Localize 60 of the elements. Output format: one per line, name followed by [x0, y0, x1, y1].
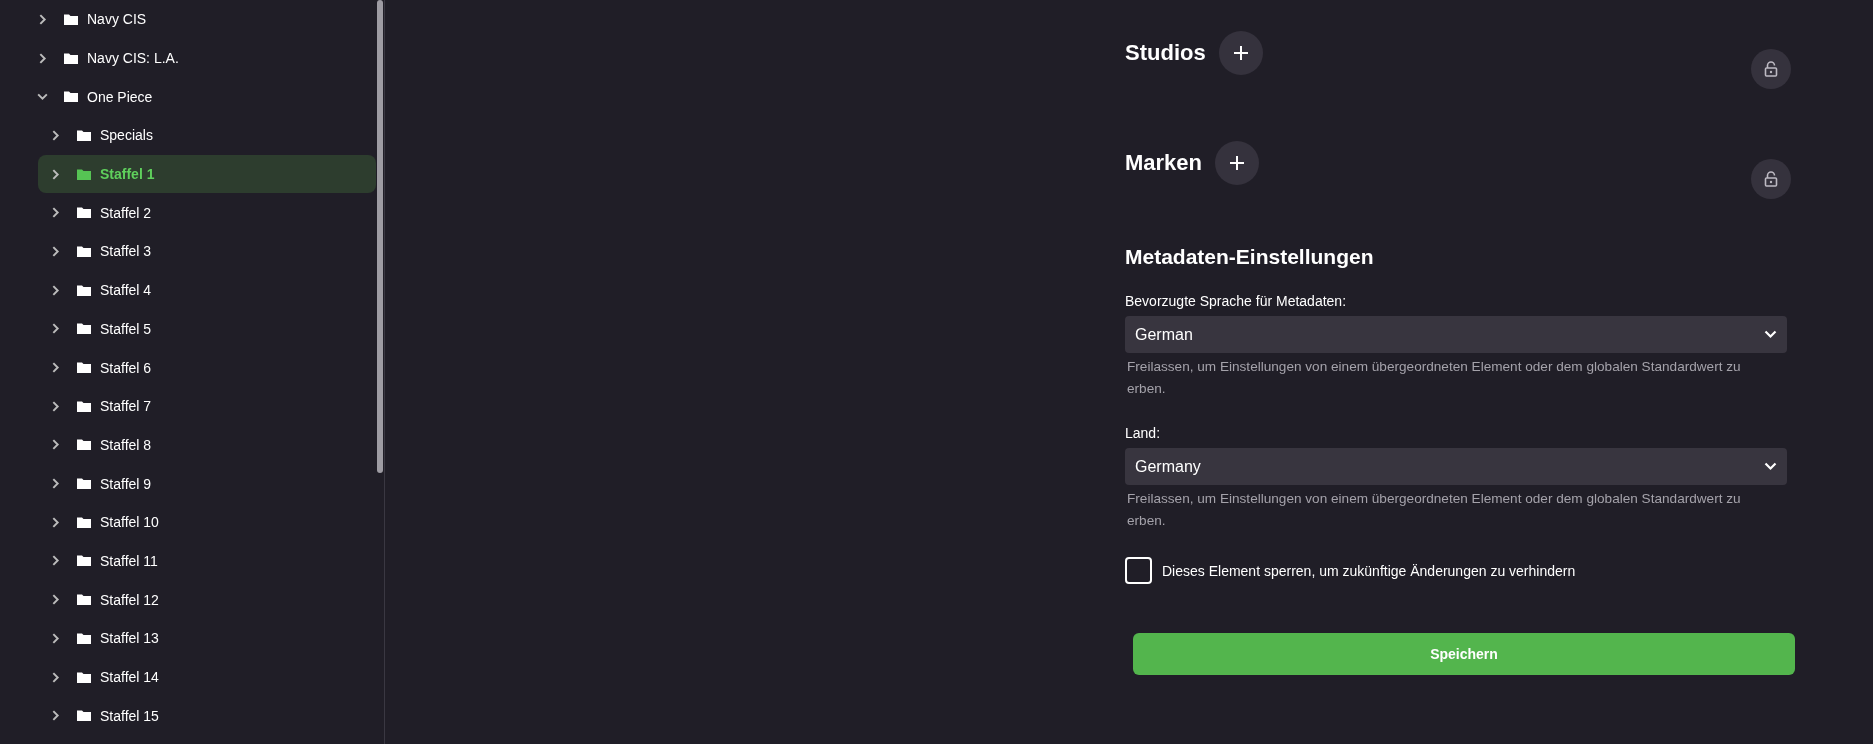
lock-icon — [1764, 171, 1778, 187]
folder-icon — [76, 670, 92, 684]
tree-item[interactable]: Staffel 1 — [38, 154, 376, 194]
tree-item[interactable]: Navy CIS — [38, 0, 376, 39]
help-text: Freilassen, um Einstellungen von einem übergeordneten Element oder dem globalen Standardwert zu erben. — [1127, 358, 1742, 398]
folder-icon — [63, 90, 79, 104]
section-title: Studios — [1125, 40, 1206, 66]
tree-item[interactable]: Staffel 3 — [38, 232, 376, 271]
chevron-icon — [1764, 462, 1777, 471]
tree-item[interactable]: Staffel 7 — [38, 386, 376, 426]
folder-icon — [76, 167, 92, 181]
tree-item[interactable]: Staffel 9 — [38, 464, 376, 503]
help-text: Freilassen, um Einstellungen von einem übergeordneten Element oder dem globalen Standardwert zu erben. — [1127, 490, 1742, 530]
select-field[interactable]: German — [1125, 316, 1787, 353]
plus-icon — [1229, 155, 1246, 171]
chevron-icon — [1764, 330, 1777, 339]
checkbox-label: Dieses Element sperren, um zukünftige Änderungen zu verhindern — [1162, 562, 1576, 579]
tree-item[interactable]: Staffel 14 — [38, 657, 376, 697]
tree-item[interactable]: Staffel 10 — [38, 502, 376, 542]
folder-icon — [76, 515, 92, 529]
folder-icon — [63, 12, 79, 26]
add-button[interactable] — [1215, 141, 1260, 185]
tree-item[interactable]: Staffel 13 — [38, 619, 376, 658]
lock-icon — [1764, 61, 1778, 77]
folder-icon — [76, 593, 92, 607]
folder-icon — [76, 283, 92, 297]
tree-item[interactable]: Staffel 2 — [38, 193, 376, 233]
checkbox[interactable] — [1125, 557, 1152, 584]
folder-icon — [76, 399, 92, 413]
section-title: Marken — [1125, 150, 1203, 176]
scrollbar-thumb[interactable] — [377, 0, 383, 473]
tree-item[interactable]: Staffel 5 — [38, 309, 376, 349]
folder-icon — [76, 554, 92, 568]
tree-item[interactable]: Staffel 4 — [38, 270, 376, 310]
folder-icon — [76, 322, 92, 336]
tree-item[interactable]: Staffel 12 — [38, 580, 376, 619]
tree-item[interactable]: Specials — [38, 116, 376, 155]
plus-icon — [1232, 45, 1249, 61]
field-label: Land: — [1125, 425, 1162, 441]
section-title: Metadaten-Einstellungen — [1125, 245, 1375, 269]
field-label: Bevorzugte Sprache für Metadaten: — [1125, 293, 1348, 309]
folder-icon — [63, 51, 79, 65]
folder-icon — [76, 477, 92, 491]
tree-item[interactable]: Navy CIS: L.A. — [38, 38, 376, 78]
select-field[interactable]: Germany — [1125, 448, 1787, 485]
folder-icon — [76, 438, 92, 452]
tree-item[interactable]: Staffel 8 — [38, 425, 376, 465]
folder-icon — [76, 128, 92, 142]
tree-item[interactable]: One Piece — [38, 77, 376, 117]
tree-item[interactable]: Staffel 6 — [38, 348, 376, 387]
lock-button[interactable] — [1751, 159, 1791, 199]
add-button[interactable] — [1218, 31, 1263, 75]
folder-icon — [76, 206, 92, 220]
folder-icon — [76, 709, 92, 723]
tree-item[interactable]: Staffel 15 — [38, 696, 376, 736]
tree-item[interactable]: Staffel 11 — [38, 541, 376, 581]
folder-icon — [76, 631, 92, 645]
folder-icon — [76, 244, 92, 258]
folder-icon — [76, 361, 92, 375]
lock-button[interactable] — [1751, 49, 1791, 89]
